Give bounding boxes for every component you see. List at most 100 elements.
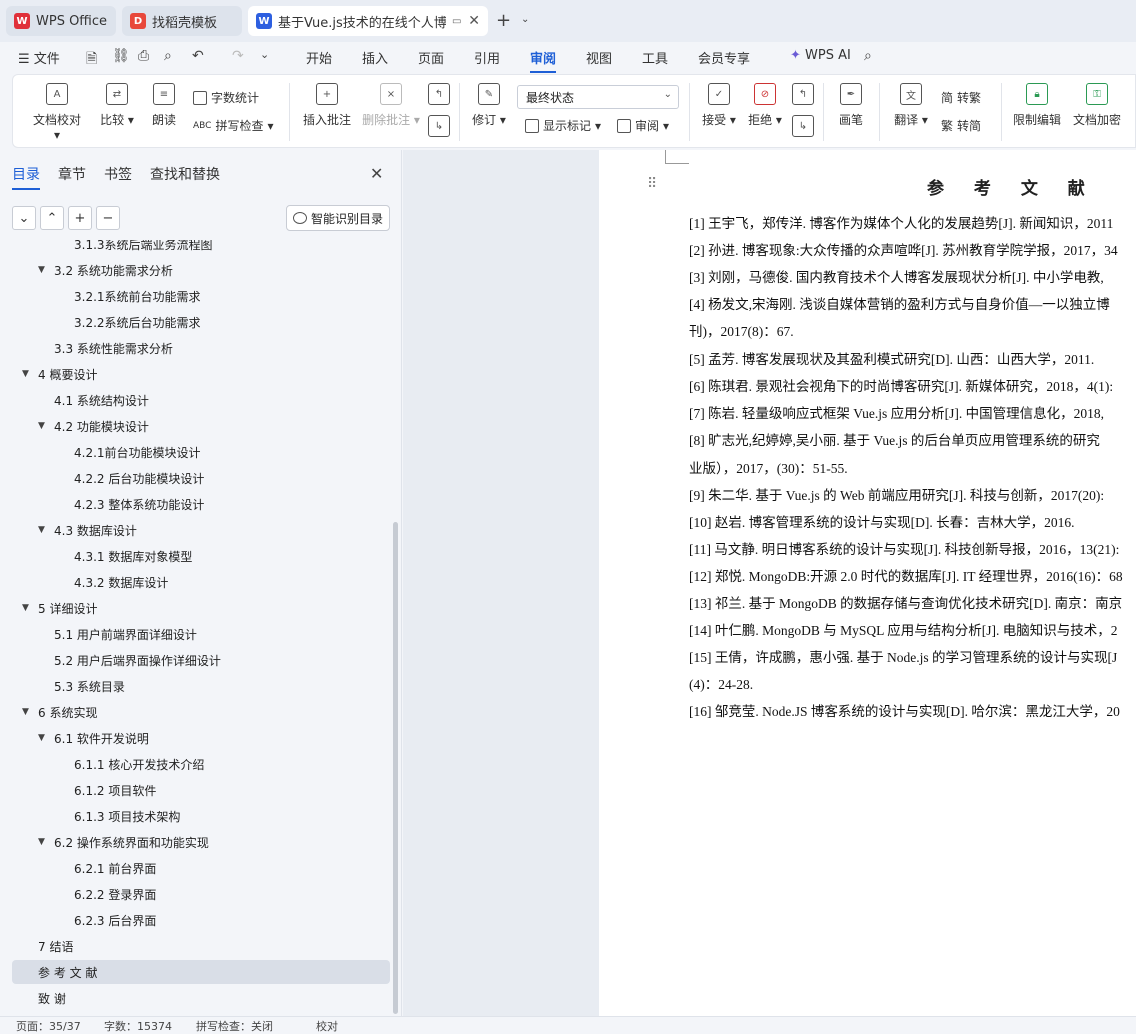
spell-check-indicator[interactable]: 拼写检查：关闭	[196, 1018, 273, 1034]
toc-item[interactable]: 7 结语	[12, 934, 390, 958]
toc-item[interactable]: ▼ 6.2 操作系统界面和功能实现	[12, 830, 390, 854]
expand-up-button[interactable]: ⌃	[40, 206, 64, 230]
toc-item[interactable]: 4.1 系统结构设计	[12, 388, 390, 412]
toc-item[interactable]: 6.1.3 项目技术架构	[12, 804, 390, 828]
expand-toggle-icon[interactable]: ▼	[38, 421, 50, 431]
toc-item[interactable]: ▼ 3.2 系统功能需求分析	[12, 258, 390, 282]
next-change-button[interactable]: ↳	[791, 115, 815, 143]
document-page[interactable]: ⠿ 参 考 文 献 [1] 王宇飞，郑传洋. 博客作为媒体个人化的发展趋势[J]…	[599, 150, 1136, 1016]
show-markup-button[interactable]: 显示标记 ▾	[525, 117, 601, 134]
toc-item[interactable]: 致 谢	[12, 986, 390, 1010]
expand-toggle-icon[interactable]: ▼	[22, 603, 34, 613]
toc-item[interactable]: 5.1 用户前端界面详细设计	[12, 622, 390, 646]
chevron-down-icon[interactable]: ⌄	[260, 48, 269, 61]
toc-item[interactable]: 3.2.2系统后台功能需求	[12, 310, 390, 334]
expand-toggle-icon[interactable]: ▼	[22, 707, 34, 717]
tab-find-replace[interactable]: 查找和替换	[150, 164, 220, 184]
wps-ai-button[interactable]: ✦ WPS AI	[790, 48, 851, 63]
expand-toggle-icon[interactable]: ▼	[22, 369, 34, 379]
print-preview-icon[interactable]: ⌕	[164, 48, 172, 64]
chevron-down-icon[interactable]: ⌄	[521, 14, 529, 25]
toc-item[interactable]: ▼ 6 系统实现	[12, 700, 390, 724]
toc-item[interactable]: ▼ 4.2 功能模块设计	[12, 414, 390, 438]
doc-check-button[interactable]: A 文档校对 ▾	[29, 83, 85, 142]
tab-docer-templates[interactable]: D 找稻壳模板	[122, 6, 242, 36]
menu-membership[interactable]: 会员专享	[698, 48, 750, 67]
add-heading-button[interactable]: +	[68, 206, 92, 230]
translate-button[interactable]: 文翻译 ▾	[891, 83, 931, 128]
track-changes-button[interactable]: ✎ 修订 ▾	[469, 83, 509, 128]
delete-comment-button[interactable]: × 删除批注 ▾	[361, 83, 421, 128]
expand-toggle-icon[interactable]: ▼	[38, 525, 50, 535]
prev-change-button[interactable]: ↰	[791, 83, 815, 111]
toc-item[interactable]: 3.1.3系统后端业务流程图	[12, 240, 390, 256]
toc-item[interactable]: 4.2.1前台功能模块设计	[12, 440, 390, 464]
prev-comment-button[interactable]: ↰	[427, 83, 451, 111]
toc-item[interactable]: 6.1.1 核心开发技术介绍	[12, 752, 390, 776]
toc-item[interactable]: 4.2.2 后台功能模块设计	[12, 466, 390, 490]
toc-item[interactable]: 4.3.2 数据库设计	[12, 570, 390, 594]
toc-item[interactable]: ▼ 4 概要设计	[12, 362, 390, 386]
menu-references[interactable]: 引用	[474, 48, 500, 67]
toc-item[interactable]: 6.2.2 登录界面	[12, 882, 390, 906]
to-simplified-button[interactable]: 繁转简	[941, 117, 981, 134]
tab-current-document[interactable]: W 基于Vue.js技术的在线个人博客 ▭ ✕	[248, 6, 488, 36]
toc-item[interactable]: 4.3.1 数据库对象模型	[12, 544, 390, 568]
collapse-all-button[interactable]: ⌄	[12, 206, 36, 230]
reject-button[interactable]: ⊘ 拒绝 ▾	[745, 83, 785, 128]
toc-item[interactable]: 5.2 用户后端界面操作详细设计	[12, 648, 390, 672]
next-comment-button[interactable]: ↳	[427, 115, 451, 143]
read-aloud-button[interactable]: ≡ 朗读	[147, 83, 181, 128]
toc-item[interactable]: ▼ 4.3 数据库设计	[12, 518, 390, 542]
expand-toggle-icon[interactable]: ▼	[38, 837, 50, 847]
ink-button[interactable]: ✒ 画笔	[833, 83, 869, 128]
close-tab-icon[interactable]: ✕	[468, 13, 480, 29]
toc-item[interactable]: ▼ 6.1 软件开发说明	[12, 726, 390, 750]
print-icon[interactable]: ⎙	[138, 48, 149, 64]
toc-item[interactable]: ▼ 5 详细设计	[12, 596, 390, 620]
page-indicator[interactable]: 页面：35/37	[16, 1018, 81, 1034]
tab-wps-office[interactable]: W WPS Office	[6, 6, 116, 36]
toc-item[interactable]: 3.2.1系统前台功能需求	[12, 284, 390, 308]
toc-item[interactable]: 4.2.3 整体系统功能设计	[12, 492, 390, 516]
scrollbar[interactable]	[393, 522, 398, 1014]
compare-button[interactable]: ⇄ 比较 ▾	[97, 83, 137, 128]
new-tab-icon[interactable]: +	[496, 10, 511, 31]
toc-item[interactable]: 6.1.2 项目软件	[12, 778, 390, 802]
tab-sections[interactable]: 章节	[58, 164, 86, 184]
link-icon[interactable]: ⛓	[112, 48, 130, 64]
toc-item[interactable]: 5.3 系统目录	[12, 674, 390, 698]
expand-toggle-icon[interactable]: ▼	[38, 733, 50, 743]
insert-comment-button[interactable]: + 插入批注	[299, 83, 355, 128]
spell-check-button[interactable]: ABC 拼写检查 ▾	[193, 117, 274, 134]
to-traditional-button[interactable]: 简转繁	[941, 89, 981, 106]
accept-button[interactable]: ✓ 接受 ▾	[699, 83, 739, 128]
save-icon[interactable]: 🗎	[86, 48, 97, 72]
tab-toc[interactable]: 目录	[12, 164, 40, 190]
review-pane-button[interactable]: 审阅 ▾	[617, 117, 669, 134]
remove-heading-button[interactable]: −	[96, 206, 120, 230]
drag-handle-icon[interactable]: ⠿	[647, 176, 657, 192]
word-count-button[interactable]: 字数统计	[193, 89, 259, 106]
close-panel-icon[interactable]: ✕	[370, 164, 383, 183]
toc-item[interactable]: 6.2.3 后台界面	[12, 908, 390, 932]
restrict-edit-button[interactable]: 🔒︎ 限制编辑	[1011, 83, 1063, 128]
menu-insert[interactable]: 插入	[362, 48, 388, 67]
display-state-select[interactable]: 最终状态 ⌄	[517, 85, 679, 109]
menu-view[interactable]: 视图	[586, 48, 612, 67]
proofread-indicator[interactable]: 校对	[316, 1018, 338, 1034]
search-icon[interactable]: ⌕	[864, 48, 872, 64]
redo-icon[interactable]: ↷	[232, 48, 244, 64]
menu-home[interactable]: 开始	[306, 48, 332, 67]
word-count-indicator[interactable]: 字数：15374	[104, 1018, 172, 1034]
menu-page[interactable]: 页面	[418, 48, 444, 67]
encrypt-button[interactable]: ⚿ 文档加密	[1071, 83, 1123, 128]
undo-icon[interactable]: ↶	[192, 48, 204, 64]
menu-review[interactable]: 审阅	[530, 48, 557, 73]
smart-toc-button[interactable]: 智能识别目录	[286, 205, 390, 231]
expand-toggle-icon[interactable]: ▼	[38, 265, 50, 275]
toc-item[interactable]: 参 考 文 献	[12, 960, 390, 984]
menu-tools[interactable]: 工具	[642, 48, 668, 67]
toc-item[interactable]: 6.2.1 前台界面	[12, 856, 390, 880]
file-menu[interactable]: ☰ 文件	[18, 48, 60, 67]
